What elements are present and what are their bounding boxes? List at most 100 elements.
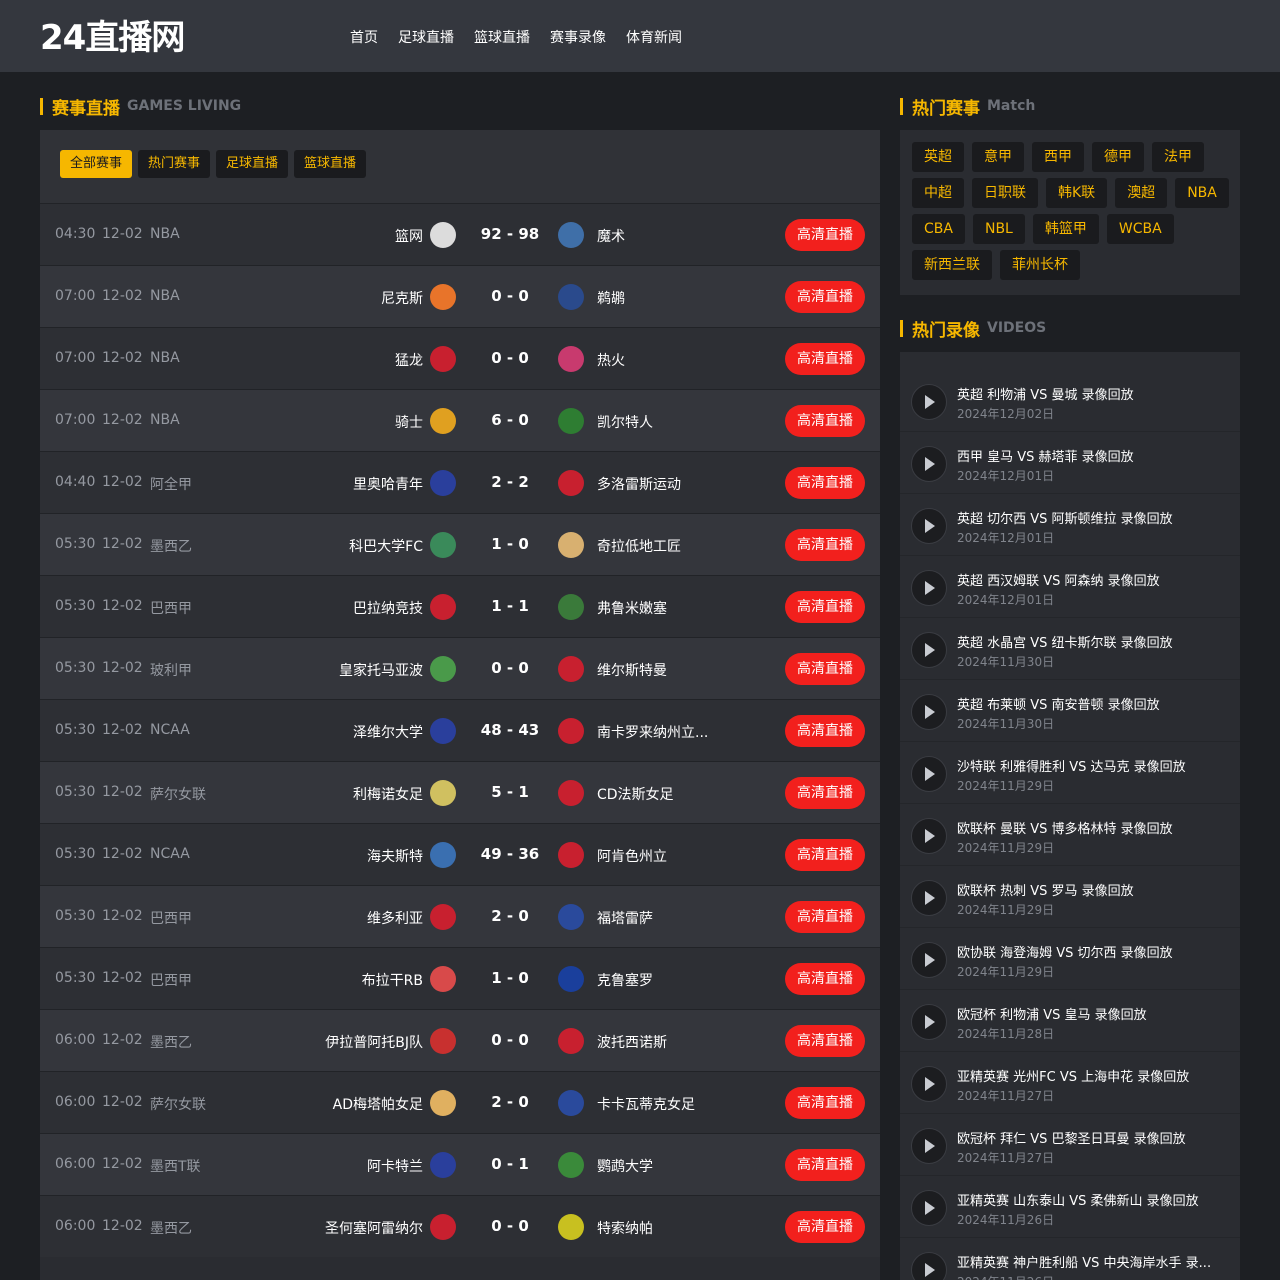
video-item[interactable]: 英超 布莱顿 VS 南安普顿 录像回放 2024年11月30日 (900, 680, 1240, 742)
play-icon[interactable] (911, 694, 947, 730)
video-title[interactable]: 欧冠杯 拜仁 VS 巴黎圣日耳曼 录像回放 (957, 1128, 1229, 1147)
video-item[interactable]: 西甲 皇马 VS 赫塔菲 录像回放 2024年12月01日 (900, 432, 1240, 494)
match-row[interactable]: 05:30 12-02 萨尔女联 利梅诺女足 5 - 1 CD法斯女足 高清直播 (40, 761, 880, 823)
play-icon[interactable] (911, 1128, 947, 1164)
match-row[interactable]: 06:00 12-02 萨尔女联 AD梅塔帕女足 2 - 0 卡卡瓦蒂克女足 高清直播 (40, 1071, 880, 1133)
home-team-name[interactable]: AD梅塔帕女足 (333, 1094, 423, 1114)
video-title[interactable]: 亚精英赛 光州FC VS 上海申花 录像回放 (957, 1066, 1229, 1085)
hot-league-tag[interactable]: 意甲 (972, 142, 1024, 172)
video-title[interactable]: 英超 利物浦 VS 曼城 录像回放 (957, 384, 1229, 403)
hot-league-tag[interactable]: 德甲 (1092, 142, 1144, 172)
site-logo[interactable]: 24直播网 (40, 10, 185, 59)
play-icon[interactable] (911, 1190, 947, 1226)
nav-basketball-live[interactable]: 篮球直播 (474, 27, 530, 47)
video-item[interactable]: 英超 切尔西 VS 阿斯顿维拉 录像回放 2024年12月01日 (900, 494, 1240, 556)
match-row[interactable]: 05:30 12-02 NCAA 泽维尔大学 48 - 43 南卡罗来纳州立... 高清直播 (40, 699, 880, 761)
video-title[interactable]: 欧联杯 热刺 VS 罗马 录像回放 (957, 880, 1229, 899)
video-item[interactable]: 欧冠杯 利物浦 VS 皇马 录像回放 2024年11月28日 (900, 990, 1240, 1052)
away-team-name[interactable]: 波托西诺斯 (597, 1032, 667, 1052)
away-team-name[interactable]: 南卡罗来纳州立... (597, 722, 708, 742)
tab-football-live[interactable]: 足球直播 (216, 150, 289, 178)
video-item[interactable]: 欧协联 海登海姆 VS 切尔西 录像回放 2024年11月29日 (900, 928, 1240, 990)
home-team-name[interactable]: 海夫斯特 (367, 846, 423, 866)
hot-league-tag[interactable]: WCBA (1106, 214, 1174, 244)
match-row[interactable]: 07:00 12-02 NBA 骑士 6 - 0 凯尔特人 高清直播 (40, 389, 880, 451)
hot-league-tag[interactable]: 英超 (912, 142, 964, 172)
hd-live-button[interactable]: 高清直播 (785, 1149, 865, 1181)
away-team-name[interactable]: 克鲁塞罗 (597, 970, 653, 990)
hot-league-tag[interactable]: 法甲 (1152, 142, 1204, 172)
home-team-name[interactable]: 圣何塞阿雷纳尔 (325, 1218, 423, 1238)
video-item[interactable]: 英超 利物浦 VS 曼城 录像回放 2024年12月02日 (900, 370, 1240, 432)
hot-league-tag[interactable]: 西甲 (1032, 142, 1084, 172)
hd-live-button[interactable]: 高清直播 (785, 343, 865, 375)
hd-live-button[interactable]: 高清直播 (785, 653, 865, 685)
video-title[interactable]: 欧冠杯 利物浦 VS 皇马 录像回放 (957, 1004, 1229, 1023)
hot-league-tag[interactable]: 韩K联 (1046, 178, 1108, 208)
play-icon[interactable] (911, 508, 947, 544)
match-row[interactable]: 05:30 12-02 巴西甲 布拉干RB 1 - 0 克鲁塞罗 高清直播 (40, 947, 880, 1009)
video-item[interactable]: 英超 西汉姆联 VS 阿森纳 录像回放 2024年12月01日 (900, 556, 1240, 618)
hd-live-button[interactable]: 高清直播 (785, 1025, 865, 1057)
away-team-name[interactable]: 凯尔特人 (597, 412, 653, 432)
hot-league-tag[interactable]: 菲州长杯 (1000, 250, 1080, 280)
away-team-name[interactable]: 阿肯色州立 (597, 846, 667, 866)
match-row[interactable]: 05:30 12-02 玻利甲 皇家托马亚波 0 - 0 维尔斯特曼 高清直播 (40, 637, 880, 699)
play-icon[interactable] (911, 756, 947, 792)
video-item[interactable]: 欧冠杯 拜仁 VS 巴黎圣日耳曼 录像回放 2024年11月27日 (900, 1114, 1240, 1176)
home-team-name[interactable]: 里奥哈青年 (353, 474, 423, 494)
home-team-name[interactable]: 布拉干RB (362, 970, 423, 990)
hd-live-button[interactable]: 高清直播 (785, 715, 865, 747)
nav-sports-news[interactable]: 体育新闻 (626, 27, 682, 47)
away-team-name[interactable]: 维尔斯特曼 (597, 660, 667, 680)
video-title[interactable]: 欧协联 海登海姆 VS 切尔西 录像回放 (957, 942, 1229, 961)
video-item[interactable]: 欧联杯 热刺 VS 罗马 录像回放 2024年11月29日 (900, 866, 1240, 928)
hot-league-tag[interactable]: NBL (972, 214, 1025, 244)
nav-football-live[interactable]: 足球直播 (398, 27, 454, 47)
video-title[interactable]: 英超 西汉姆联 VS 阿森纳 录像回放 (957, 570, 1229, 589)
hd-live-button[interactable]: 高清直播 (785, 591, 865, 623)
play-icon[interactable] (911, 446, 947, 482)
match-row[interactable]: 06:00 12-02 墨西乙 伊拉普阿托BJ队 0 - 0 波托西诺斯 高清直播 (40, 1009, 880, 1071)
video-title[interactable]: 英超 水晶宫 VS 纽卡斯尔联 录像回放 (957, 632, 1229, 651)
home-team-name[interactable]: 利梅诺女足 (353, 784, 423, 804)
hd-live-button[interactable]: 高清直播 (785, 281, 865, 313)
hd-live-button[interactable]: 高清直播 (785, 467, 865, 499)
away-team-name[interactable]: 鹦鹉大学 (597, 1156, 653, 1176)
match-row[interactable]: 05:30 12-02 巴西甲 维多利亚 2 - 0 福塔雷萨 高清直播 (40, 885, 880, 947)
away-team-name[interactable]: 多洛雷斯运动 (597, 474, 681, 494)
match-row[interactable]: 06:00 12-02 墨西T联 阿卡特兰 0 - 1 鹦鹉大学 高清直播 (40, 1133, 880, 1195)
video-item[interactable]: 沙特联 利雅得胜利 VS 达马克 录像回放 2024年11月29日 (900, 742, 1240, 804)
hd-live-button[interactable]: 高清直播 (785, 963, 865, 995)
away-team-name[interactable]: 福塔雷萨 (597, 908, 653, 928)
video-title[interactable]: 亚精英赛 神户胜利船 VS 中央海岸水手 录... (957, 1252, 1229, 1271)
video-title[interactable]: 欧联杯 曼联 VS 博多格林特 录像回放 (957, 818, 1229, 837)
home-team-name[interactable]: 猛龙 (395, 350, 423, 370)
hd-live-button[interactable]: 高清直播 (785, 839, 865, 871)
away-team-name[interactable]: 鹈鹕 (597, 288, 625, 308)
match-row[interactable]: 05:30 12-02 NCAA 海夫斯特 49 - 36 阿肯色州立 高清直播 (40, 823, 880, 885)
tab-basketball-live[interactable]: 篮球直播 (294, 150, 367, 178)
home-team-name[interactable]: 篮网 (395, 226, 423, 246)
play-icon[interactable] (911, 632, 947, 668)
hd-live-button[interactable]: 高清直播 (785, 405, 865, 437)
home-team-name[interactable]: 科巴大学FC (349, 536, 423, 556)
hot-league-tag[interactable]: 澳超 (1115, 178, 1168, 208)
away-team-name[interactable]: 卡卡瓦蒂克女足 (597, 1094, 695, 1114)
home-team-name[interactable]: 阿卡特兰 (367, 1156, 423, 1176)
hot-league-tag[interactable]: 日职联 (972, 178, 1038, 208)
video-item[interactable]: 亚精英赛 山东泰山 VS 柔佛新山 录像回放 2024年11月26日 (900, 1176, 1240, 1238)
nav-replays[interactable]: 赛事录像 (550, 27, 606, 47)
video-item[interactable]: 英超 水晶宫 VS 纽卡斯尔联 录像回放 2024年11月30日 (900, 618, 1240, 680)
tab-hot-events[interactable]: 热门赛事 (138, 150, 211, 178)
home-team-name[interactable]: 伊拉普阿托BJ队 (325, 1032, 423, 1052)
video-item[interactable]: 亚精英赛 神户胜利船 VS 中央海岸水手 录... 2024年11月26日 (900, 1238, 1240, 1280)
nav-home[interactable]: 首页 (350, 27, 378, 47)
hot-league-tag[interactable]: 新西兰联 (912, 250, 992, 280)
hd-live-button[interactable]: 高清直播 (785, 901, 865, 933)
match-row[interactable]: 04:40 12-02 阿全甲 里奥哈青年 2 - 2 多洛雷斯运动 高清直播 (40, 451, 880, 513)
video-title[interactable]: 英超 切尔西 VS 阿斯顿维拉 录像回放 (957, 508, 1229, 527)
home-team-name[interactable]: 皇家托马亚波 (339, 660, 423, 680)
hot-league-tag[interactable]: NBA (1175, 178, 1229, 208)
play-icon[interactable] (911, 1004, 947, 1040)
